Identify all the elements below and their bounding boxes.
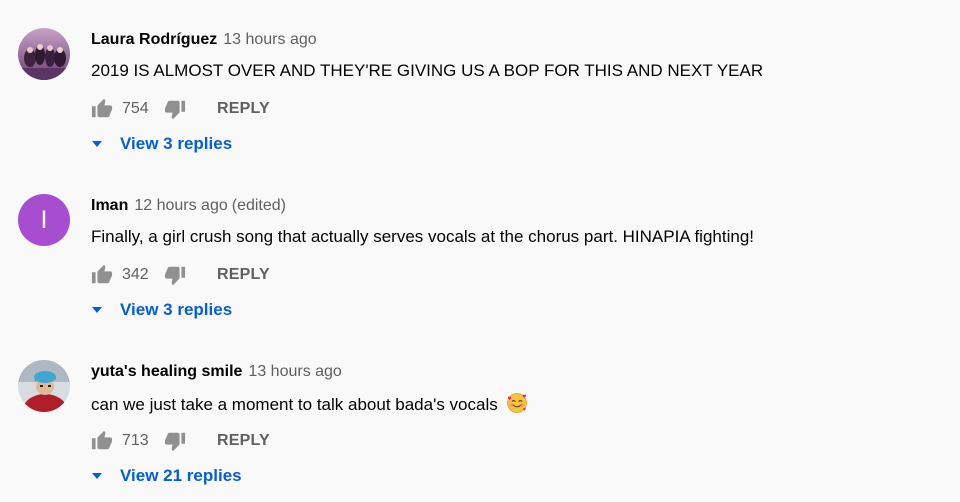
like-count: 754 (122, 100, 149, 117)
reply-button[interactable]: REPLY (217, 432, 270, 450)
comment-header: Iman 12 hours ago (edited) (91, 196, 286, 216)
comment-actions: 754 REPLY (91, 97, 270, 121)
comment-thread: I Iman 12 hours ago (edited) Finally, a gi… (0, 166, 960, 332)
thumbs-up-icon[interactable] (91, 430, 113, 452)
caret-down-icon (92, 473, 102, 479)
view-replies-button[interactable]: View 3 replies (91, 300, 232, 320)
reply-button[interactable]: REPLY (217, 100, 270, 118)
thumbs-up-icon[interactable] (91, 98, 113, 120)
author-avatar[interactable]: I (18, 194, 70, 246)
smiling-face-with-hearts-emoji-icon (507, 393, 528, 413)
like-count: 713 (122, 432, 149, 449)
avatar-photo-icon (18, 360, 70, 412)
comment-timestamp[interactable]: 12 hours ago (134, 197, 227, 214)
comment-text: Finally, a girl crush song that actually… (91, 227, 754, 246)
view-replies-button[interactable]: View 3 replies (91, 134, 232, 154)
caret-down-icon (92, 307, 102, 313)
author-name[interactable]: Laura Rodríguez (91, 31, 217, 48)
avatar-photo-icon (18, 28, 70, 80)
comment-header: Laura Rodríguez 13 hours ago (91, 30, 317, 50)
view-replies-label: View 21 replies (120, 466, 242, 485)
thumbs-down-icon[interactable] (164, 98, 186, 120)
author-name[interactable]: yuta's healing smile (91, 363, 242, 380)
comment-text-body: can we just take a moment to talk about … (91, 395, 498, 414)
avatar-letter: I (40, 205, 48, 234)
thumbs-up-icon[interactable] (91, 264, 113, 286)
view-replies-label: View 3 replies (120, 300, 233, 319)
thumbs-down-icon[interactable] (164, 264, 186, 286)
comment-actions: 342 REPLY (91, 263, 270, 287)
comment-timestamp[interactable]: 13 hours ago (223, 31, 316, 48)
like-count: 342 (122, 266, 149, 283)
edited-label: (edited) (231, 197, 286, 214)
comment-actions: 713 REPLY (91, 429, 270, 453)
comment-thread: Laura Rodríguez 13 hours ago 2019 IS ALMO… (0, 0, 960, 166)
reply-button[interactable]: REPLY (217, 266, 270, 284)
author-name[interactable]: Iman (91, 197, 128, 214)
comment-timestamp[interactable]: 13 hours ago (248, 363, 341, 380)
view-replies-label: View 3 replies (120, 134, 233, 153)
comment-thread: yuta's healing smile 13 hours ago can we … (0, 332, 960, 498)
comment-header: yuta's healing smile 13 hours ago (91, 362, 342, 382)
author-avatar[interactable] (18, 28, 70, 80)
comment-text: can we just take a moment to talk about … (91, 392, 528, 416)
caret-down-icon (92, 141, 102, 147)
view-replies-button[interactable]: View 21 replies (91, 466, 242, 486)
comment-text: 2019 IS ALMOST OVER AND THEY'RE GIVING U… (91, 61, 764, 80)
thumbs-down-icon[interactable] (164, 430, 186, 452)
author-avatar[interactable] (18, 360, 70, 412)
